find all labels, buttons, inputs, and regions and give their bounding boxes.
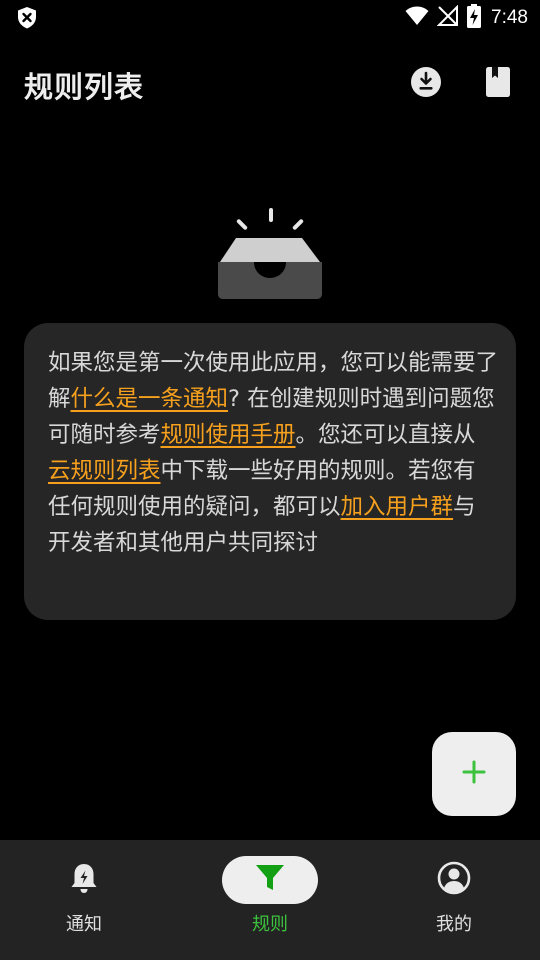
import-download-icon bbox=[410, 66, 442, 102]
link-rule-manual[interactable]: 规则使用手册 bbox=[161, 422, 296, 448]
manual-book-icon bbox=[485, 66, 511, 102]
link-what-is-notification[interactable]: 什么是一条通知 bbox=[71, 386, 229, 412]
app-bar: 规则列表 bbox=[0, 52, 540, 116]
signal-off-icon bbox=[436, 4, 459, 31]
link-join-user-group[interactable]: 加入用户群 bbox=[341, 494, 454, 520]
nav-label: 规则 bbox=[252, 914, 288, 935]
empty-state-message: 如果您是第一次使用此应用，您可以能需要了解什么是一条通知? 在创建规则时遇到问题… bbox=[48, 345, 498, 561]
empty-state-card: 如果您是第一次使用此应用，您可以能需要了解什么是一条通知? 在创建规则时遇到问题… bbox=[24, 323, 516, 620]
message-text: 。您还可以直接从 bbox=[295, 422, 476, 448]
wifi-icon bbox=[405, 6, 429, 30]
link-cloud-rule-list[interactable]: 云规则列表 bbox=[48, 458, 161, 484]
nav-item-mine[interactable]: 我的 bbox=[384, 856, 524, 946]
import-button[interactable] bbox=[406, 64, 446, 104]
nav-indicator-selected bbox=[222, 856, 318, 904]
nav-label: 我的 bbox=[436, 914, 472, 935]
bell-icon bbox=[70, 862, 98, 898]
page-title: 规则列表 bbox=[24, 70, 145, 104]
add-rule-button[interactable] bbox=[432, 732, 516, 816]
status-bar: 7:48 bbox=[0, 0, 540, 36]
nav-item-notifications[interactable]: 通知 bbox=[14, 856, 154, 946]
nav-item-rules[interactable]: 规则 bbox=[200, 856, 340, 946]
shield-x-icon bbox=[16, 6, 38, 30]
nav-indicator bbox=[406, 856, 502, 904]
bottom-navigation: 通知 规则 我的 bbox=[0, 840, 540, 960]
status-time: 7:48 bbox=[491, 7, 528, 28]
filter-icon bbox=[255, 864, 285, 896]
nav-label: 通知 bbox=[66, 914, 102, 935]
nav-indicator bbox=[36, 856, 132, 904]
account-icon bbox=[437, 861, 471, 899]
manual-button[interactable] bbox=[478, 64, 518, 104]
battery-charging-icon bbox=[467, 4, 482, 32]
plus-icon bbox=[462, 760, 486, 788]
empty-inbox-icon bbox=[216, 208, 324, 300]
